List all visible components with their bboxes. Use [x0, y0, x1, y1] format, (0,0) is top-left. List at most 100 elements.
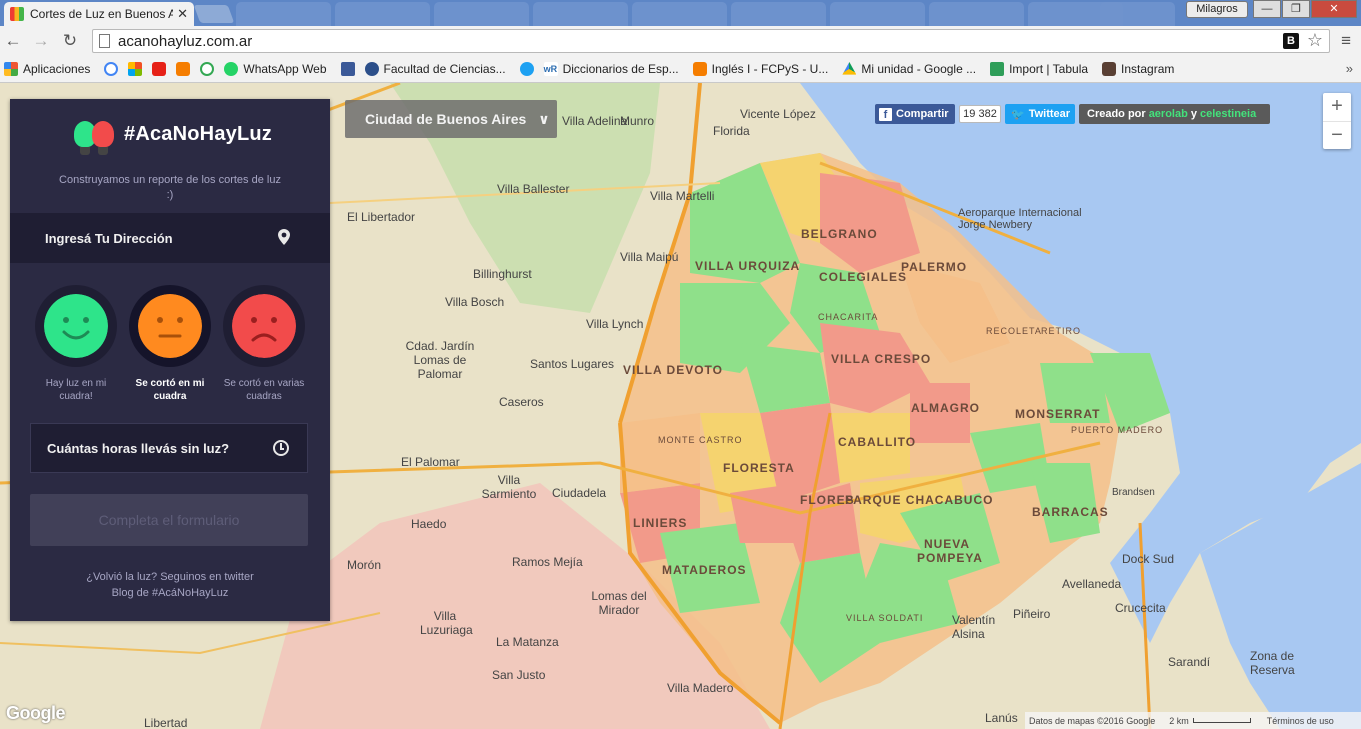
blogger-icon[interactable] [176, 62, 191, 76]
google-logo: Google [6, 703, 66, 723]
bookmark-instagram[interactable]: Instagram [1102, 62, 1174, 76]
location-pin-icon [278, 229, 290, 245]
minimize-icon[interactable]: — [1253, 0, 1281, 18]
place-label: Crucecita [1115, 601, 1166, 615]
facebook-icon[interactable] [340, 62, 355, 76]
google-icon[interactable] [200, 62, 215, 76]
browser-toolbar: ← → ↻ acanohayluz.com.ar B ☆ ≡ [0, 26, 1361, 56]
zoom-in-button[interactable]: + [1323, 93, 1351, 121]
place-label: Avellaneda [1062, 577, 1122, 591]
bookmark-apps[interactable]: Aplicaciones [4, 62, 90, 76]
twitter-link[interactable]: ¿Volvió la luz? Seguinos en twitter [10, 569, 330, 585]
wordreference-icon: wR [543, 62, 558, 76]
place-label: Caseros [499, 395, 544, 409]
microsoft-icon[interactable] [128, 62, 143, 76]
place-label: Piñeiro [1013, 607, 1051, 621]
status-option-cut-many-blocks[interactable]: Se cortó en varias cuadras [222, 285, 306, 403]
bookmark-drive[interactable]: Mi unidad - Google ... [842, 62, 976, 76]
youtube-icon[interactable] [152, 62, 167, 76]
bookmark-diccionarios[interactable]: wR Diccionarios de Esp... [543, 62, 679, 76]
place-label: Sarandí [1168, 655, 1211, 669]
whatsapp-icon [224, 62, 239, 76]
instagram-icon [1102, 62, 1117, 76]
neighborhood-label: COLEGIALES [819, 270, 908, 284]
bookmark-facultad[interactable]: Facultad de Ciencias... [364, 62, 506, 76]
bookmark-whatsapp[interactable]: WhatsApp Web [224, 62, 327, 76]
google-icon[interactable] [104, 62, 119, 76]
place-label: El Libertador [347, 210, 416, 224]
window-close-icon[interactable]: ✕ [1311, 0, 1357, 18]
background-tab[interactable] [830, 2, 925, 26]
tab-title: Cortes de Luz en Buenos A [30, 7, 174, 21]
extension-icon[interactable]: B [1283, 33, 1299, 49]
bookmark-tabula[interactable]: Import | Tabula [990, 62, 1088, 76]
bookmarks-overflow-icon[interactable]: » [1346, 61, 1353, 76]
status-option-label: Se cortó en varias cuadras [223, 378, 305, 402]
background-tab[interactable] [1100, 2, 1175, 26]
apps-icon [4, 62, 18, 76]
place-label: Dock Sud [1122, 552, 1175, 566]
background-tab[interactable] [929, 2, 1024, 26]
share-count: 19 382 [959, 105, 1001, 123]
url-text[interactable]: acanohayluz.com.ar [118, 33, 252, 50]
background-tab[interactable] [533, 2, 628, 26]
place-label: La Matanza [496, 635, 559, 649]
neighborhood-label: VILLA URQUIZA [695, 259, 801, 273]
place-label: Villa Maipú [620, 250, 679, 264]
bookmark-star-icon[interactable]: ☆ [1307, 30, 1323, 51]
place-label: Libertad [144, 716, 188, 729]
place-label: Zona de Reserva [1250, 649, 1295, 677]
background-tab[interactable] [434, 2, 529, 26]
bookmark-ingles[interactable]: Inglés I - FCPyS - U... [692, 62, 828, 76]
twitter-icon[interactable] [519, 62, 534, 76]
forward-arrow-icon[interactable]: → [31, 31, 51, 51]
neighborhood-label: PALERMO [901, 260, 968, 274]
tab-active[interactable]: Cortes de Luz en Buenos A ✕ [4, 2, 194, 26]
place-label: Villa Adelina [562, 114, 628, 128]
status-option-cut-my-block[interactable]: Se cortó en mi cuadra [128, 285, 212, 403]
happy-face-icon [44, 294, 108, 358]
address-input[interactable]: Ingresá Tu Dirección [10, 213, 330, 263]
blog-link[interactable]: Blog de #AcáNoHayLuz [10, 585, 330, 601]
neighborhood-label: LINIERS [633, 516, 688, 530]
tweet-button[interactable]: 🐦 Twittear [1005, 104, 1075, 124]
credit-link-celestineia[interactable]: celestineia [1200, 108, 1256, 120]
neighborhood-label: MONSERRAT [1015, 407, 1101, 421]
clock-icon [273, 440, 289, 456]
place-label: Munro [620, 114, 655, 128]
background-tab[interactable] [632, 2, 727, 26]
zoom-controls: + − [1323, 93, 1351, 149]
hours-without-power-select[interactable]: Cuántas horas llevás sin luz? [30, 423, 308, 473]
place-label: Ramos Mejía [512, 555, 583, 569]
blogger-icon [692, 62, 707, 76]
tab-close-icon[interactable]: ✕ [177, 6, 188, 22]
submit-button[interactable]: Completa el formulario [30, 494, 308, 546]
facebook-share-button[interactable]: f Compartir [875, 104, 955, 124]
background-tab[interactable] [335, 2, 430, 26]
credits-badge: Creado por aerolab y celestineia [1079, 104, 1270, 124]
new-tab-button[interactable] [193, 5, 235, 23]
chrome-menu-icon[interactable]: ≡ [1341, 31, 1351, 51]
zone-partial [620, 413, 700, 493]
neighborhood-label: ALMAGRO [911, 401, 980, 415]
neighborhood-label: CABALLITO [838, 435, 917, 449]
status-option-light-ok[interactable]: Hay luz en mi cuadra! [34, 285, 118, 403]
address-bar[interactable]: acanohayluz.com.ar B ☆ [92, 29, 1330, 53]
maximize-icon[interactable]: ❐ [1282, 0, 1310, 18]
terms-link[interactable]: Términos de uso [1267, 716, 1334, 726]
background-tab[interactable] [731, 2, 826, 26]
credit-link-aerolab[interactable]: aerolab [1149, 108, 1188, 120]
place-label: Brandsen [1112, 487, 1155, 498]
place-label: El Palomar [401, 455, 460, 469]
zoom-out-button[interactable]: − [1323, 121, 1351, 149]
neutral-face-icon [138, 294, 202, 358]
reload-icon[interactable]: ↻ [60, 31, 80, 51]
city-select[interactable]: Ciudad de Buenos Aires ∨ [345, 100, 557, 138]
place-label: Florida [713, 124, 750, 138]
place-label: Lanús [985, 711, 1018, 725]
background-tab[interactable] [236, 2, 331, 26]
profile-button[interactable]: Milagros [1186, 1, 1248, 18]
back-arrow-icon[interactable]: ← [3, 31, 23, 51]
page-icon [99, 34, 110, 48]
panel-header: #AcaNoHayLuz Construyamos un reporte de … [10, 99, 330, 213]
